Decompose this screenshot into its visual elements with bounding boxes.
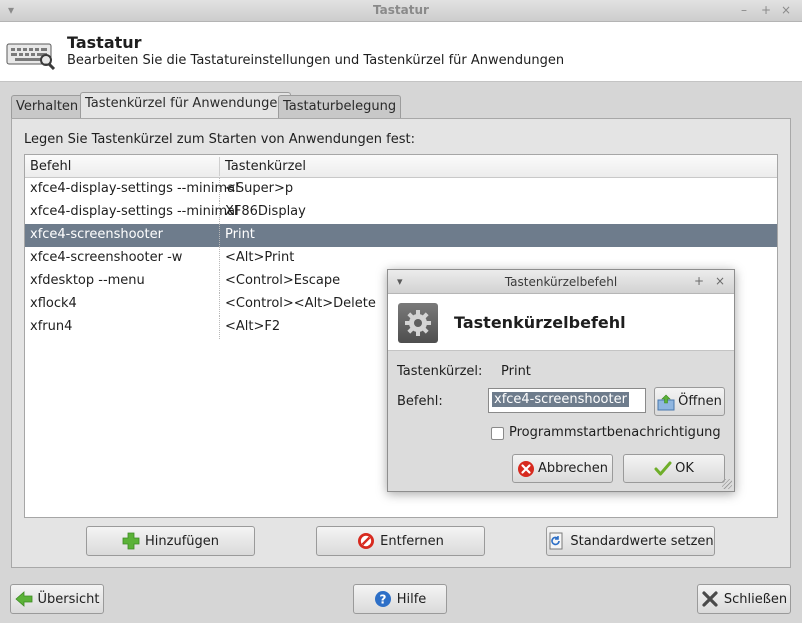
shortcut-cell: Print	[225, 227, 255, 242]
cell-divider	[219, 201, 220, 224]
open-folder-icon	[657, 394, 675, 410]
command-cell: xfce4-screenshooter	[30, 227, 163, 242]
back-arrow-icon	[14, 591, 32, 607]
table-row-selected[interactable]: xfce4-screenshooter Print	[25, 224, 777, 247]
command-input-value: xfce4-screenshooter	[492, 392, 629, 407]
dialog-title: Tastenkürzelbefehl	[504, 275, 618, 289]
window-title: Tastatur	[373, 3, 429, 17]
command-cell: xfce4-display-settings --minimal	[30, 204, 239, 219]
shortcut-cell: <Control>Escape	[225, 273, 341, 288]
close-button-label: Schließen	[723, 591, 788, 607]
cell-divider	[219, 178, 220, 201]
cell-divider	[219, 247, 220, 270]
reset-defaults-button[interactable]: Standardwerte setzen	[546, 526, 715, 556]
shortcut-label: Tastenkürzel:	[397, 364, 483, 379]
close-button[interactable]: Schließen	[697, 584, 791, 614]
ok-button-label: OK	[675, 461, 694, 476]
page-title: Tastatur	[67, 33, 142, 52]
command-cell: xflock4	[30, 296, 77, 311]
cell-divider	[219, 293, 220, 316]
close-window-button[interactable]: ×	[781, 3, 791, 17]
gear-icon	[405, 310, 431, 336]
section-label: Legen Sie Tastenkürzel zum Starten von A…	[24, 132, 415, 147]
tab-tastenkuerzel[interactable]: Tastenkürzel für Anwendungen	[80, 92, 291, 119]
remove-button-label: Entfernen	[380, 533, 444, 549]
command-cell: xfce4-screenshooter -w	[30, 250, 183, 265]
command-label: Befehl:	[397, 394, 443, 409]
window-titlebar[interactable]: Tastatur ▾ – + ×	[0, 0, 802, 22]
overview-button[interactable]: Übersicht	[10, 584, 104, 614]
close-icon	[702, 591, 718, 607]
checkmark-icon	[654, 461, 672, 475]
help-button-label: Hilfe	[396, 591, 427, 607]
gear-icon-box	[398, 303, 438, 343]
dialog-header-title: Tastenkürzelbefehl	[454, 313, 626, 332]
shortcut-value: Print	[501, 364, 531, 379]
startup-notification-label[interactable]: Programmstartbenachrichtigung	[509, 425, 721, 440]
shortcut-cell: <Super>p	[225, 181, 294, 196]
minimize-button[interactable]: –	[741, 3, 747, 17]
cancel-icon	[517, 460, 534, 477]
dialog-titlebar[interactable]: ▾ Tastenkürzelbefehl + ×	[388, 270, 734, 294]
plus-icon	[122, 532, 140, 550]
cancel-button-label: Abbrechen	[537, 461, 609, 476]
svg-text:?: ?	[379, 593, 386, 607]
keyboard-icon	[6, 43, 56, 70]
column-header-befehl[interactable]: Befehl	[30, 159, 71, 174]
table-row[interactable]: xfce4-display-settings --minimal <Super>…	[25, 178, 777, 201]
revert-icon	[549, 532, 563, 550]
window-menu-icon[interactable]: ▾	[8, 3, 14, 17]
startup-notification-checkbox[interactable]	[491, 427, 504, 440]
tab-verhalten[interactable]: Verhalten	[11, 95, 84, 119]
table-row[interactable]: xfce4-display-settings --minimal XF86Dis…	[25, 201, 777, 224]
column-divider[interactable]	[219, 157, 220, 176]
shortcut-cell: <Control><Alt>Delete	[225, 296, 376, 311]
table-row[interactable]: xfce4-screenshooter -w <Alt>Print	[25, 247, 777, 270]
shortcut-cell: <Alt>Print	[225, 250, 295, 265]
shortcut-cell: XF86Display	[225, 204, 306, 219]
command-cell: xfdesktop --menu	[30, 273, 145, 288]
cell-divider	[219, 224, 220, 247]
page-subtitle: Bearbeiten Sie die Tastatureinstellungen…	[67, 53, 565, 68]
dialog-maximize-button[interactable]: +	[694, 274, 704, 288]
shortcut-cell: <Alt>F2	[225, 319, 281, 334]
tab-tastaturbelegung[interactable]: Tastaturbelegung	[278, 95, 402, 119]
dialog-close-button[interactable]: ×	[715, 274, 725, 288]
column-header-tastenkuerzel[interactable]: Tastenkürzel	[225, 159, 306, 174]
remove-button[interactable]: Entfernen	[316, 526, 485, 556]
command-cell: xfrun4	[30, 319, 73, 334]
open-button-label: Öffnen	[678, 394, 722, 409]
add-button-label: Hinzufügen	[145, 533, 219, 549]
help-button[interactable]: ? Hilfe	[353, 584, 447, 614]
cell-divider	[219, 270, 220, 293]
overview-button-label: Übersicht	[37, 591, 100, 607]
command-input[interactable]: xfce4-screenshooter	[488, 388, 646, 413]
ok-button[interactable]: OK	[623, 454, 725, 483]
add-button[interactable]: Hinzufügen	[86, 526, 255, 556]
resize-grip[interactable]	[722, 479, 732, 489]
cancel-button[interactable]: Abbrechen	[512, 454, 613, 483]
open-button[interactable]: Öffnen	[654, 387, 725, 416]
help-icon: ?	[374, 591, 391, 607]
command-cell: xfce4-display-settings --minimal	[30, 181, 239, 196]
shortcut-command-dialog[interactable]: ▾ Tastenkürzelbefehl + × Tastenkürzelbef…	[387, 269, 735, 492]
no-entry-icon	[358, 533, 375, 549]
cell-divider	[219, 316, 220, 339]
page-header: Tastatur Bearbeiten Sie die Tastatureins…	[0, 22, 802, 82]
dialog-header: Tastenkürzelbefehl	[388, 294, 734, 351]
maximize-button[interactable]: +	[761, 3, 771, 17]
table-header: Befehl Tastenkürzel	[25, 155, 777, 178]
reset-defaults-button-label: Standardwerte setzen	[570, 533, 714, 549]
